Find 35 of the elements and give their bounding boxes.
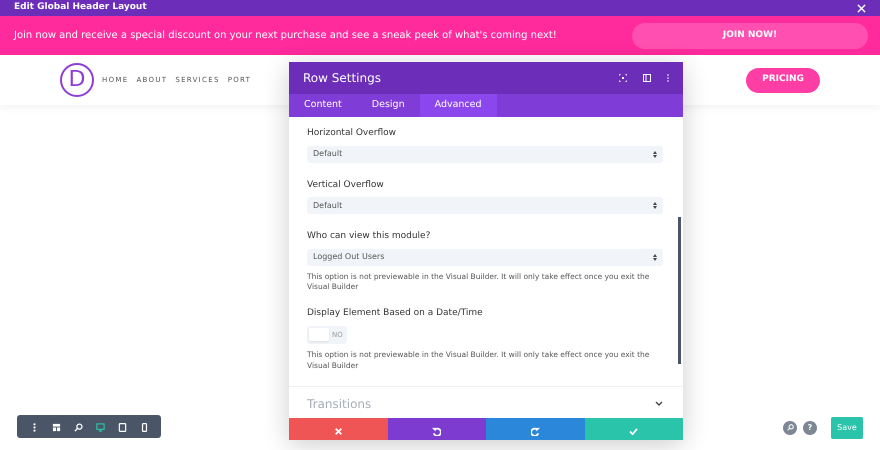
redo-icon xyxy=(530,427,540,436)
promo-text: Join now and receive a special discount on your next purchase and see a sneak peek of what's coming next! xyxy=(14,29,557,43)
field-label: Horizontal Overflow xyxy=(307,127,397,140)
layout-icon xyxy=(52,423,60,432)
zoom-icon xyxy=(74,423,82,432)
updown-arrows-icon xyxy=(653,254,657,260)
close-icon xyxy=(334,428,342,436)
desktop-icon xyxy=(96,423,104,432)
fullscreen-icon[interactable] xyxy=(619,74,627,82)
join-now-button[interactable]: JOIN NOW! xyxy=(632,22,868,48)
updown-arrows-icon xyxy=(653,202,657,209)
undo-icon xyxy=(432,427,442,436)
tab[interactable]: Advanced xyxy=(420,94,497,117)
field-label: Who can view this module? xyxy=(307,230,432,243)
search-button[interactable] xyxy=(783,421,797,435)
search-icon xyxy=(786,424,794,432)
modal-title: Row Settings xyxy=(303,70,381,87)
split-view-icon[interactable] xyxy=(643,74,651,82)
field-label: Vertical Overflow xyxy=(307,178,385,192)
select-field[interactable]: Default xyxy=(307,146,663,162)
field-label: Display Element Based on a Date/Time xyxy=(307,307,484,320)
tab[interactable]: Content xyxy=(289,94,357,117)
logo[interactable]: D xyxy=(60,63,94,97)
tab[interactable]: Design xyxy=(356,94,420,117)
checkmark-icon xyxy=(629,428,638,436)
tablet-icon xyxy=(118,423,126,432)
help-button[interactable]: ? xyxy=(803,421,817,435)
updown-arrows-icon xyxy=(653,150,657,158)
pricing-button[interactable]: PRICING xyxy=(746,68,820,92)
window-title: Edit Global Header Layout xyxy=(14,1,147,14)
select-field[interactable]: Default xyxy=(307,197,663,214)
scrollbar[interactable] xyxy=(678,217,681,364)
select-field[interactable]: Logged Out Users xyxy=(307,248,663,266)
phone-icon xyxy=(140,423,148,432)
close-icon[interactable] xyxy=(857,4,866,12)
